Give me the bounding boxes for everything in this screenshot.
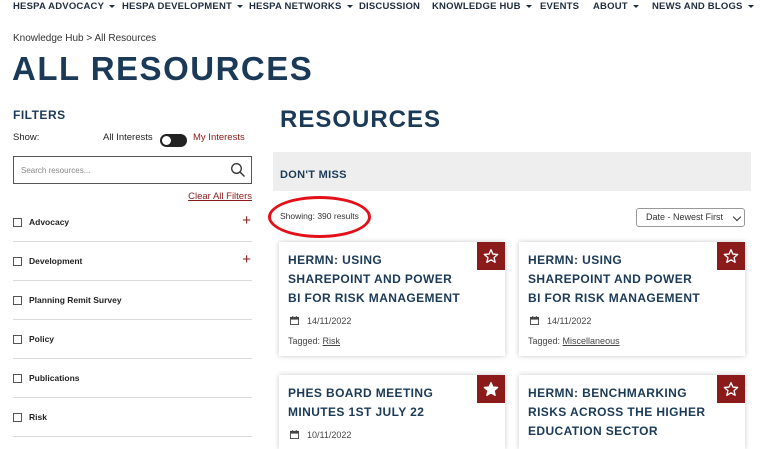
search-box	[13, 156, 252, 184]
nav-item-about[interactable]: ABOUT	[593, 1, 639, 12]
breadcrumb[interactable]: Knowledge Hub > All Resources	[13, 33, 156, 44]
filter-label: Risk	[29, 412, 47, 422]
star-outline-icon	[723, 249, 739, 263]
nav-item-discussion[interactable]: DISCUSSION	[359, 1, 420, 12]
caret-down-icon	[632, 4, 639, 8]
filter-row-publications[interactable]: Publications	[13, 359, 252, 398]
card-title[interactable]: PHES BOARD MEETING MINUTES 1ST JULY 22	[288, 384, 468, 422]
calendar-icon	[290, 316, 299, 325]
tag-link[interactable]: Risk	[323, 336, 341, 346]
my-interests-label[interactable]: My Interests	[193, 132, 245, 143]
highlight-circle-annotation	[268, 196, 371, 238]
card-date: 10/11/2022	[307, 430, 352, 440]
filter-label: Development	[29, 256, 83, 266]
dont-miss-label: DON'T MISS	[280, 169, 347, 181]
resource-card[interactable]: PHES BOARD MEETING MINUTES 1ST JULY 22 1…	[279, 375, 505, 449]
caret-down-icon	[525, 4, 532, 8]
filter-row-policy[interactable]: Policy	[13, 320, 252, 359]
resource-card[interactable]: HERMN: USING SHAREPOINT AND POWER BI FOR…	[519, 242, 745, 356]
filter-label: Planning Remit Survey	[29, 295, 122, 305]
filter-checkbox[interactable]	[13, 374, 22, 383]
filter-checkbox[interactable]	[13, 296, 22, 305]
expand-plus-icon[interactable]: +	[242, 251, 251, 268]
nav-item-knowledge-hub[interactable]: KNOWLEDGE HUB	[432, 1, 532, 12]
filter-row-development[interactable]: Development +	[13, 242, 252, 281]
filter-checkbox[interactable]	[13, 335, 22, 344]
nav-item-news-and-blogs[interactable]: NEWS AND BLOGS	[652, 1, 754, 12]
dont-miss-banner: DON'T MISS	[273, 152, 751, 191]
filter-label: Publications	[29, 373, 80, 383]
card-date: 14/11/2022	[307, 316, 352, 326]
sort-selected-value: Date - Newest First	[646, 212, 724, 222]
favorite-star-button[interactable]	[477, 242, 505, 270]
sort-select[interactable]: Date - Newest First	[636, 208, 745, 227]
tag-link[interactable]: Miscellaneous	[563, 336, 620, 346]
show-label: Show:	[13, 132, 40, 143]
card-date: 14/11/2022	[547, 316, 592, 326]
nav-item-hespa-development[interactable]: HESPA DEVELOPMENT	[122, 1, 244, 12]
interests-toggle[interactable]	[160, 134, 187, 147]
card-tags: Tagged: Miscellaneous	[528, 336, 620, 346]
filter-checkbox[interactable]	[13, 257, 22, 266]
filter-row-advocacy[interactable]: Advocacy +	[13, 203, 252, 242]
page-title: ALL RESOURCES	[12, 50, 314, 87]
filter-checkbox[interactable]	[13, 413, 22, 422]
star-filled-icon	[483, 382, 499, 396]
clear-all-filters-link[interactable]: Clear All Filters	[188, 191, 252, 202]
nav-item-events[interactable]: EVENTS	[540, 1, 579, 12]
search-icon[interactable]	[230, 162, 246, 178]
search-input[interactable]	[21, 164, 221, 176]
star-outline-icon	[483, 249, 499, 263]
toggle-knob	[162, 136, 171, 145]
favorite-star-button[interactable]	[717, 375, 745, 403]
star-outline-icon	[723, 382, 739, 396]
nav-item-hespa-advocacy[interactable]: HESPA ADVOCACY	[13, 1, 116, 12]
filter-row-risk[interactable]: Risk	[13, 398, 252, 437]
calendar-icon	[530, 316, 539, 325]
card-tags: Tagged: Risk	[288, 336, 341, 346]
chevron-down-icon	[732, 212, 742, 222]
calendar-icon	[290, 430, 299, 439]
nav-item-hespa-networks[interactable]: HESPA NETWORKS	[249, 1, 353, 12]
card-title[interactable]: HERMN: USING SHAREPOINT AND POWER BI FOR…	[528, 251, 708, 308]
card-title[interactable]: HERMN: USING SHAREPOINT AND POWER BI FOR…	[288, 251, 468, 308]
filter-label: Advocacy	[29, 217, 70, 227]
caret-down-icon	[346, 4, 353, 8]
filters-heading: FILTERS	[13, 108, 66, 122]
all-interests-label[interactable]: All Interests	[103, 132, 153, 143]
caret-down-icon	[109, 4, 116, 8]
caret-down-icon	[237, 4, 244, 8]
favorite-star-button[interactable]	[477, 375, 505, 403]
resources-heading: RESOURCES	[280, 106, 442, 133]
expand-plus-icon[interactable]: +	[242, 212, 251, 229]
resource-card[interactable]: HERMN: BENCHMARKING RISKS ACROSS THE HIG…	[519, 375, 745, 449]
caret-down-icon	[747, 4, 754, 8]
card-title[interactable]: HERMN: BENCHMARKING RISKS ACROSS THE HIG…	[528, 384, 708, 441]
filter-row-planning-remit-survey[interactable]: Planning Remit Survey	[13, 281, 252, 320]
filter-label: Policy	[29, 334, 55, 344]
filter-checkbox[interactable]	[13, 218, 22, 227]
top-navigation: HESPA ADVOCACY HESPA DEVELOPMENT HESPA N…	[0, 0, 775, 15]
resource-card[interactable]: HERMN: USING SHAREPOINT AND POWER BI FOR…	[279, 242, 505, 356]
favorite-star-button[interactable]	[717, 242, 745, 270]
